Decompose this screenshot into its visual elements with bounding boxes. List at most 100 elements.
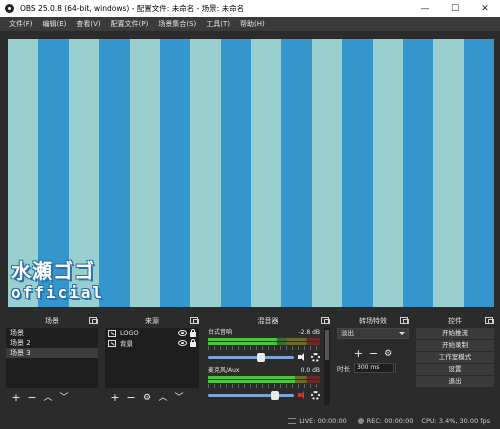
remove-transition-button[interactable]: − (369, 347, 378, 360)
visibility-eye-icon[interactable] (178, 340, 187, 346)
controls-header: 控件 (414, 315, 496, 327)
background-stripe (433, 39, 464, 307)
background-stripe (372, 39, 403, 307)
settings-button[interactable]: 设置 (416, 364, 494, 375)
duration-input[interactable]: 300 ms (354, 363, 394, 373)
lock-icon[interactable] (190, 338, 196, 347)
status-bar: LIVE: 00:00:00 REC: 00:00:00 CPU: 3.4%, … (0, 413, 500, 429)
source-item[interactable]: 背景 (105, 338, 199, 348)
menu-view[interactable]: 查看(V) (71, 17, 105, 31)
remove-source-button[interactable]: − (125, 391, 137, 405)
visibility-eye-icon[interactable] (178, 330, 187, 336)
close-button[interactable]: ✕ (470, 0, 500, 17)
controls-dock: 控件 开始推流 开始录制 工作室模式 设置 退出 (414, 315, 496, 407)
source-name: 背景 (120, 340, 133, 348)
volume-slider[interactable] (208, 390, 294, 400)
preview-canvas[interactable]: 水瀬ゴゴ official (8, 39, 494, 307)
live-label: LIVE: (299, 417, 316, 425)
meter-scale (208, 384, 320, 388)
cpu-status: CPU: 3.4%, 30.00 fps (421, 417, 490, 425)
rec-status: REC: 00:00:00 (355, 417, 414, 425)
transitions-title: 转场特效 (359, 317, 387, 325)
scenes-list: 场景 场景 2 场景 3 (6, 328, 98, 388)
mixer-scrollbar[interactable] (324, 328, 330, 405)
volume-slider[interactable] (208, 352, 294, 362)
mixer-dock: 混音器 台式音响 -2.8 dB 麦克风/Aux 0.0 dB (204, 315, 332, 407)
logo-overlay: 水瀬ゴゴ official (11, 259, 111, 303)
sources-header: 来源 (103, 315, 201, 327)
lock-icon[interactable] (190, 328, 196, 337)
menu-profile[interactable]: 配置文件(P) (106, 17, 154, 31)
sources-list: LOGO 背景 (105, 328, 199, 388)
scene-item[interactable]: 场景 (6, 328, 98, 338)
move-up-icon[interactable]: ︿ (42, 391, 54, 405)
image-source-icon (108, 329, 116, 337)
studio-mode-button[interactable]: 工作室模式 (416, 352, 494, 363)
menu-scene-collection[interactable]: 场景集合(S) (153, 17, 201, 31)
menu-help[interactable]: 帮助(H) (235, 17, 270, 31)
add-scene-button[interactable]: + (10, 391, 22, 405)
docks-area: 场景 场景 场景 2 场景 3 + − ︿ ﹀ 来源 LOGO 背景 + − ⚙… (0, 315, 500, 407)
menu-bar: 文件(F) 编辑(E) 查看(V) 配置文件(P) 场景集合(S) 工具(T) … (0, 17, 500, 31)
maximize-button[interactable]: ☐ (440, 0, 470, 17)
main-window: 水瀬ゴゴ official 场景 场景 场景 2 场景 3 + − ︿ ﹀ 来源… (0, 31, 500, 429)
gear-icon[interactable] (311, 390, 320, 400)
source-properties-gear-icon[interactable]: ⚙ (141, 391, 153, 405)
float-dock-icon[interactable] (89, 317, 98, 324)
volume-meter (208, 380, 320, 383)
add-source-button[interactable]: + (109, 391, 121, 405)
source-name: LOGO (120, 329, 139, 337)
start-streaming-button[interactable]: 开始推流 (416, 328, 494, 339)
transitions-dock: 转场特效 淡出 + − ⚙ 时长 300 ms (335, 315, 411, 407)
minimize-button[interactable]: — (410, 0, 440, 17)
float-dock-icon[interactable] (321, 317, 330, 324)
volume-meter (208, 376, 320, 379)
float-dock-icon[interactable] (400, 317, 409, 324)
duration-spinner[interactable] (395, 363, 403, 373)
menu-tools[interactable]: 工具(T) (201, 17, 235, 31)
background-stripe (311, 39, 343, 307)
scene-item[interactable]: 场景 3 (6, 348, 98, 358)
channel-name: 台式音响 (208, 329, 233, 336)
live-status: LIVE: 00:00:00 (288, 417, 347, 425)
channel-db: -2.8 dB (298, 329, 320, 336)
meter-level (208, 342, 278, 345)
mixer-channel-desktop: 台式音响 -2.8 dB (208, 329, 320, 363)
sources-toolbar: + − ⚙ ︿ ﹀ (105, 391, 199, 405)
transition-gear-icon[interactable]: ⚙ (384, 349, 392, 359)
muted-speaker-icon[interactable] (298, 390, 308, 400)
move-down-icon[interactable]: ﹀ (173, 391, 185, 405)
source-item[interactable]: LOGO (105, 328, 199, 338)
scene-item[interactable]: 场景 2 (6, 338, 98, 348)
menu-file[interactable]: 文件(F) (4, 17, 38, 31)
live-signal-icon (288, 418, 297, 424)
background-stripe (463, 39, 494, 307)
gear-icon[interactable] (311, 352, 320, 362)
exit-button[interactable]: 退出 (416, 376, 494, 387)
record-dot-icon (357, 418, 364, 424)
move-down-icon[interactable]: ﹀ (58, 391, 70, 405)
window-title: OBS 25.0.8 (64-bit, windows) - 配置文件: 未命名… (20, 4, 245, 13)
add-transition-button[interactable]: + (354, 347, 363, 360)
mixer-body: 台式音响 -2.8 dB 麦克风/Aux 0.0 dB (206, 328, 330, 405)
start-recording-button[interactable]: 开始录制 (416, 340, 494, 351)
menu-edit[interactable]: 编辑(E) (38, 17, 72, 31)
float-dock-icon[interactable] (485, 317, 494, 324)
rec-time: 00:00:00 (384, 417, 414, 425)
float-dock-icon[interactable] (190, 317, 199, 324)
remove-scene-button[interactable]: − (26, 391, 38, 405)
speaker-icon[interactable] (298, 352, 308, 362)
mixer-header: 混音器 (204, 315, 332, 327)
volume-meter (208, 338, 320, 341)
channel-name: 麦克风/Aux (208, 367, 240, 374)
background-stripe (220, 39, 251, 307)
move-up-icon[interactable]: ︿ (157, 391, 169, 405)
transition-select[interactable]: 淡出 (337, 328, 409, 339)
slider-handle[interactable] (271, 390, 280, 400)
scenes-dock: 场景 场景 场景 2 场景 3 + − ︿ ﹀ (4, 315, 100, 407)
background-stripe (190, 39, 221, 307)
meter-level (208, 380, 296, 383)
slider-handle[interactable] (257, 352, 266, 362)
scenes-header: 场景 (4, 315, 100, 327)
meter-level (208, 376, 296, 379)
